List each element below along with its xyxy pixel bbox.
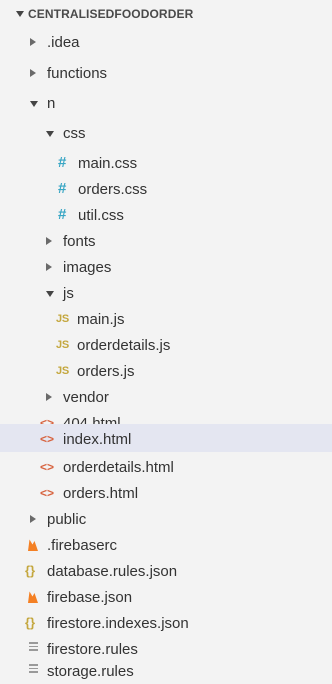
tree-item-label: vendor [63,389,109,406]
tree-item-label: firestore.indexes.json [47,615,189,632]
css-file-icon: # [58,206,67,223]
tree-item-label: util.css [78,207,124,224]
tree-item-file-orders-html[interactable]: <> orders.html [0,481,332,506]
tree-item-label: orders.css [78,181,148,198]
tree-item-file-firebase-json[interactable]: firebase.json [0,585,332,610]
tree-item-folder-images[interactable]: images [0,255,332,280]
tree-item-file-util-css[interactable]: # util.css [0,203,332,228]
css-file-icon: # [58,180,67,197]
json-file-icon: {} [25,615,36,630]
tree-item-file-storage-rules[interactable]: storage.rules [0,659,332,684]
tree-item-label: fonts [63,233,96,250]
chevron-down-icon [16,11,24,17]
js-file-icon: JS [56,365,69,377]
tree-item-file-orders-js[interactable]: JS orders.js [0,359,332,384]
tree-item-label: main.js [77,311,125,328]
chevron-right-icon [30,515,36,523]
tree-item-file-main-css[interactable]: # main.css [0,151,332,176]
tree-item-folder-functions[interactable]: functions [0,61,332,86]
tree-item-label: images [63,259,112,276]
tree-item-file-orders-css[interactable]: # orders.css [0,177,332,202]
chevron-right-icon [46,393,52,401]
tree-item-label: storage.rules [47,663,134,680]
chevron-down-icon [46,131,54,137]
tree-item-folder-js[interactable]: js [0,281,332,306]
chevron-right-icon [30,38,36,46]
tree-item-label: js [63,285,74,302]
css-file-icon: # [58,154,67,171]
chevron-right-icon [30,69,36,77]
tree-item-label: n [47,95,56,112]
tree-item-label: firestore.rules [47,641,138,658]
tree-item-label: orders.js [77,363,135,380]
tree-item-label: .firebaserc [47,537,118,554]
tree-item-label: main.css [78,155,138,172]
tree-item-file-orderdetails-js[interactable]: JS orderdetails.js [0,333,332,358]
js-file-icon: JS [56,339,69,351]
html-file-icon: <> [40,486,55,500]
tree-item-label: orderdetails.html [63,459,174,476]
explorer-root-title: CENTRALISEDFOODORDER [28,7,194,21]
tree-item-label: orderdetails.js [77,337,171,354]
tree-item-folder-idea[interactable]: .idea [0,30,332,55]
tree-item-folder-vendor[interactable]: vendor [0,385,332,410]
tree-item-folder-fonts[interactable]: fonts [0,229,332,254]
tree-item-label: public [47,511,87,528]
tree-item-file-firebaserc[interactable]: .firebaserc [0,533,332,558]
rules-file-icon [29,664,38,675]
firebase-icon [27,538,39,555]
tree-item-folder-n[interactable]: n [0,91,332,116]
tree-item-label: index.html [63,431,132,448]
chevron-right-icon [46,237,52,245]
chevron-down-icon [46,291,54,297]
html-file-icon: <> [40,460,55,474]
explorer-root-header[interactable]: CENTRALISEDFOODORDER [0,0,332,30]
tree-item-file-index-html[interactable]: <> index.html [0,424,332,452]
tree-item-folder-public[interactable]: public [0,507,332,532]
json-file-icon: {} [25,563,36,578]
tree-item-label: orders.html [63,485,139,502]
tree-item-label: css [63,125,86,142]
tree-item-file-firestore-indexes-json[interactable]: {} firestore.indexes.json [0,611,332,636]
html-file-icon: <> [40,432,55,446]
tree-item-file-main-js[interactable]: JS main.js [0,307,332,332]
chevron-down-icon [30,101,38,107]
tree-item-file-orderdetails-html[interactable]: <> orderdetails.html [0,455,332,480]
tree-item-label: database.rules.json [47,563,178,580]
firebase-icon [27,590,39,607]
tree-item-label: firebase.json [47,589,133,606]
tree-item-label: functions [47,65,108,82]
tree-item-file-database-rules-json[interactable]: {} database.rules.json [0,559,332,584]
tree-item-folder-css[interactable]: css [0,121,332,146]
file-explorer: CENTRALISEDFOODORDER .idea functions n c… [0,0,332,684]
chevron-right-icon [46,263,52,271]
rules-file-icon [29,642,38,653]
tree-item-label: .idea [47,34,80,51]
js-file-icon: JS [56,313,69,325]
